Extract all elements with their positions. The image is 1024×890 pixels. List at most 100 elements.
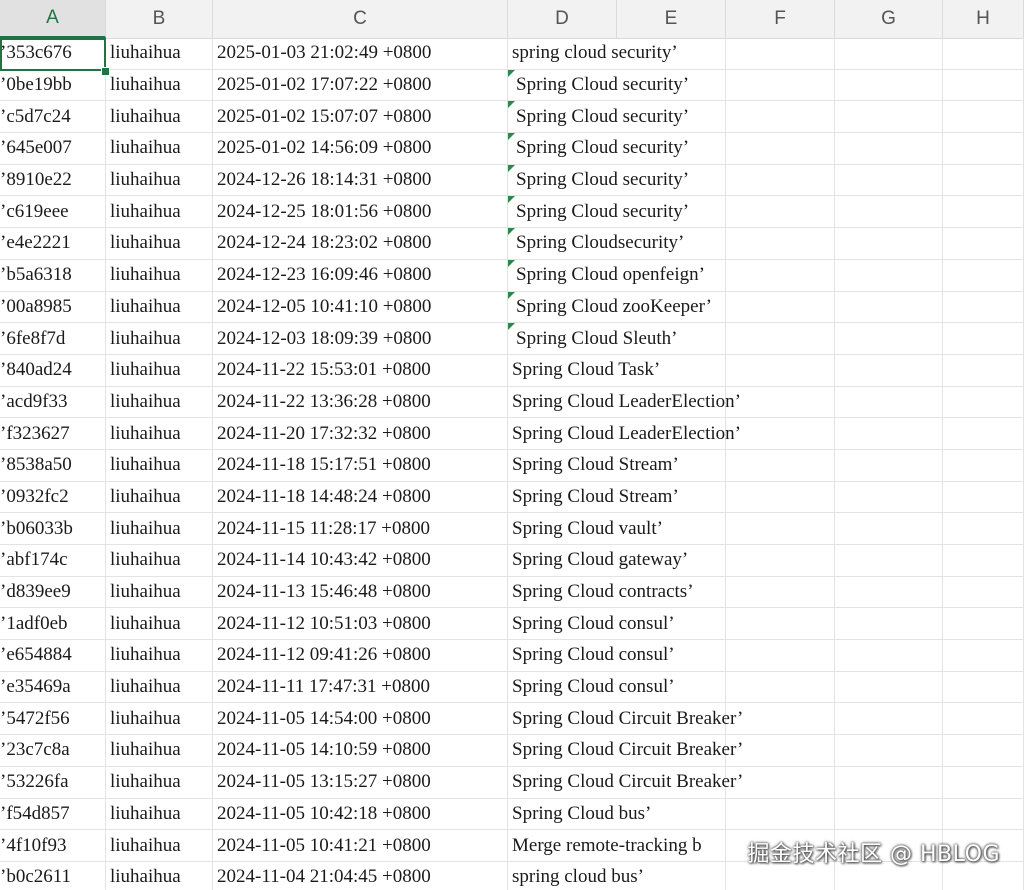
cell-c[interactable]: 2024-11-14 10:43:42 +0800 bbox=[213, 545, 508, 576]
cell-d[interactable]: spring cloud security’ bbox=[508, 38, 678, 69]
column-header-d[interactable]: D bbox=[508, 0, 617, 38]
cell-h[interactable] bbox=[943, 323, 1024, 354]
cell-d[interactable]: Spring Cloud contracts’ bbox=[508, 577, 694, 608]
cell-a[interactable]: ’0932fc2 bbox=[0, 481, 106, 513]
cell-f[interactable] bbox=[726, 133, 835, 164]
cell-g[interactable] bbox=[835, 101, 943, 133]
cell-b[interactable]: liuhaihua bbox=[106, 830, 213, 861]
cell-a[interactable]: ’b5a6318 bbox=[0, 259, 106, 291]
cell-a[interactable]: ’c619eee bbox=[0, 196, 106, 228]
cell-g[interactable] bbox=[835, 449, 943, 481]
cell-c[interactable]: 2024-12-05 10:41:10 +0800 bbox=[213, 291, 508, 323]
cell-c[interactable]: 2024-11-05 14:54:00 +0800 bbox=[213, 703, 508, 735]
cell-g[interactable] bbox=[835, 196, 943, 228]
cell-g[interactable] bbox=[835, 164, 943, 196]
cell-a[interactable]: ’1adf0eb bbox=[0, 608, 106, 640]
cell-f[interactable] bbox=[726, 38, 835, 69]
cell-g[interactable] bbox=[835, 291, 943, 323]
cell-d[interactable]: Spring Cloud Sleuth’ bbox=[508, 323, 678, 354]
cell-h[interactable] bbox=[943, 640, 1024, 671]
cell-c[interactable]: 2024-11-05 13:15:27 +0800 bbox=[213, 766, 508, 798]
cell-c[interactable]: 2024-12-26 18:14:31 +0800 bbox=[213, 164, 508, 196]
cell-h[interactable] bbox=[943, 354, 1024, 386]
cell-f[interactable] bbox=[726, 259, 835, 291]
cell-a[interactable]: ’00a8985 bbox=[0, 291, 106, 323]
cell-f[interactable] bbox=[726, 576, 835, 608]
cell-a[interactable]: ’b0c2611 bbox=[0, 861, 106, 890]
cell-c[interactable]: 2024-11-13 15:46:48 +0800 bbox=[213, 576, 508, 608]
cell-c[interactable]: 2024-11-05 10:41:21 +0800 bbox=[213, 830, 508, 861]
cell-d[interactable]: Spring Cloud Circuit Breaker’ bbox=[508, 703, 743, 734]
cell-h[interactable] bbox=[943, 703, 1024, 735]
cell-f[interactable] bbox=[726, 291, 835, 323]
cell-c[interactable]: 2024-11-22 15:53:01 +0800 bbox=[213, 354, 508, 386]
cell-g[interactable] bbox=[835, 703, 943, 735]
cell-g[interactable] bbox=[835, 386, 943, 418]
cell-a[interactable]: ’23c7c8a bbox=[0, 735, 106, 766]
cell-a[interactable]: ’e654884 bbox=[0, 640, 106, 671]
cell-c[interactable]: 2024-11-12 09:41:26 +0800 bbox=[213, 640, 508, 671]
cell-a[interactable]: ’840ad24 bbox=[0, 354, 106, 386]
cell-c[interactable]: 2025-01-02 15:07:07 +0800 bbox=[213, 101, 508, 133]
cell-c[interactable]: 2024-11-12 10:51:03 +0800 bbox=[213, 608, 508, 640]
cell-b[interactable]: liuhaihua bbox=[106, 418, 213, 449]
cell-g[interactable] bbox=[835, 133, 943, 164]
cell-f[interactable] bbox=[726, 798, 835, 830]
cell-g[interactable] bbox=[835, 671, 943, 703]
cell-h[interactable] bbox=[943, 798, 1024, 830]
cell-h[interactable] bbox=[943, 133, 1024, 164]
cell-d[interactable]: Spring Cloud security’ bbox=[508, 69, 689, 101]
cell-a[interactable]: ’c5d7c24 bbox=[0, 101, 106, 133]
cell-d[interactable]: Spring Cloud Stream’ bbox=[508, 450, 679, 481]
cell-f[interactable] bbox=[726, 228, 835, 259]
cell-d[interactable]: Spring Cloud security’ bbox=[508, 133, 689, 164]
cell-b[interactable]: liuhaihua bbox=[106, 576, 213, 608]
cell-h[interactable] bbox=[943, 69, 1024, 101]
cell-h[interactable] bbox=[943, 259, 1024, 291]
cell-a[interactable]: ’e35469a bbox=[0, 671, 106, 703]
cell-c[interactable]: 2024-12-25 18:01:56 +0800 bbox=[213, 196, 508, 228]
cell-g[interactable] bbox=[835, 513, 943, 544]
cell-c[interactable]: 2024-11-04 21:04:45 +0800 bbox=[213, 861, 508, 890]
cell-b[interactable]: liuhaihua bbox=[106, 259, 213, 291]
column-header-a[interactable]: A bbox=[0, 0, 106, 38]
cell-b[interactable]: liuhaihua bbox=[106, 640, 213, 671]
cell-c[interactable]: 2024-11-11 17:47:31 +0800 bbox=[213, 671, 508, 703]
cell-a[interactable]: ’53226fa bbox=[0, 766, 106, 798]
cell-a[interactable]: ’645e007 bbox=[0, 133, 106, 164]
cell-h[interactable] bbox=[943, 386, 1024, 418]
cell-b[interactable]: liuhaihua bbox=[106, 38, 213, 69]
cell-a[interactable]: ’4f10f93 bbox=[0, 830, 106, 861]
cell-b[interactable]: liuhaihua bbox=[106, 101, 213, 133]
cell-d[interactable]: Spring Cloud security’ bbox=[508, 164, 689, 196]
cell-a[interactable]: ’acd9f33 bbox=[0, 386, 106, 418]
cell-d[interactable]: Spring Cloud vault’ bbox=[508, 513, 663, 544]
cell-f[interactable] bbox=[726, 481, 835, 513]
cell-b[interactable]: liuhaihua bbox=[106, 196, 213, 228]
cell-d[interactable]: Spring Cloud Circuit Breaker’ bbox=[508, 767, 743, 798]
cell-g[interactable] bbox=[835, 259, 943, 291]
cell-f[interactable] bbox=[726, 513, 835, 544]
cell-h[interactable] bbox=[943, 545, 1024, 576]
cell-g[interactable] bbox=[835, 69, 943, 101]
cell-g[interactable] bbox=[835, 323, 943, 354]
cell-b[interactable]: liuhaihua bbox=[106, 671, 213, 703]
cell-c[interactable]: 2024-12-24 18:23:02 +0800 bbox=[213, 228, 508, 259]
cell-f[interactable] bbox=[726, 386, 835, 418]
cell-c[interactable]: 2025-01-02 17:07:22 +0800 bbox=[213, 69, 508, 101]
cell-c[interactable]: 2024-11-18 15:17:51 +0800 bbox=[213, 449, 508, 481]
cell-d[interactable]: Spring Cloudsecurity’ bbox=[508, 228, 684, 259]
cell-d[interactable]: Spring Cloud LeaderElection’ bbox=[508, 418, 741, 449]
cell-b[interactable]: liuhaihua bbox=[106, 386, 213, 418]
cell-f[interactable] bbox=[726, 640, 835, 671]
cell-h[interactable] bbox=[943, 766, 1024, 798]
cell-a[interactable]: ’5472f56 bbox=[0, 703, 106, 735]
cell-b[interactable]: liuhaihua bbox=[106, 545, 213, 576]
cell-c[interactable]: 2024-11-05 10:42:18 +0800 bbox=[213, 798, 508, 830]
column-header-h[interactable]: H bbox=[943, 0, 1024, 38]
cell-d[interactable]: Spring Cloud Task’ bbox=[508, 355, 660, 386]
cell-c[interactable]: 2025-01-03 21:02:49 +0800 bbox=[213, 38, 508, 69]
cell-c[interactable]: 2024-11-15 11:28:17 +0800 bbox=[213, 513, 508, 544]
cell-a[interactable]: ’8910e22 bbox=[0, 164, 106, 196]
cell-f[interactable] bbox=[726, 418, 835, 449]
